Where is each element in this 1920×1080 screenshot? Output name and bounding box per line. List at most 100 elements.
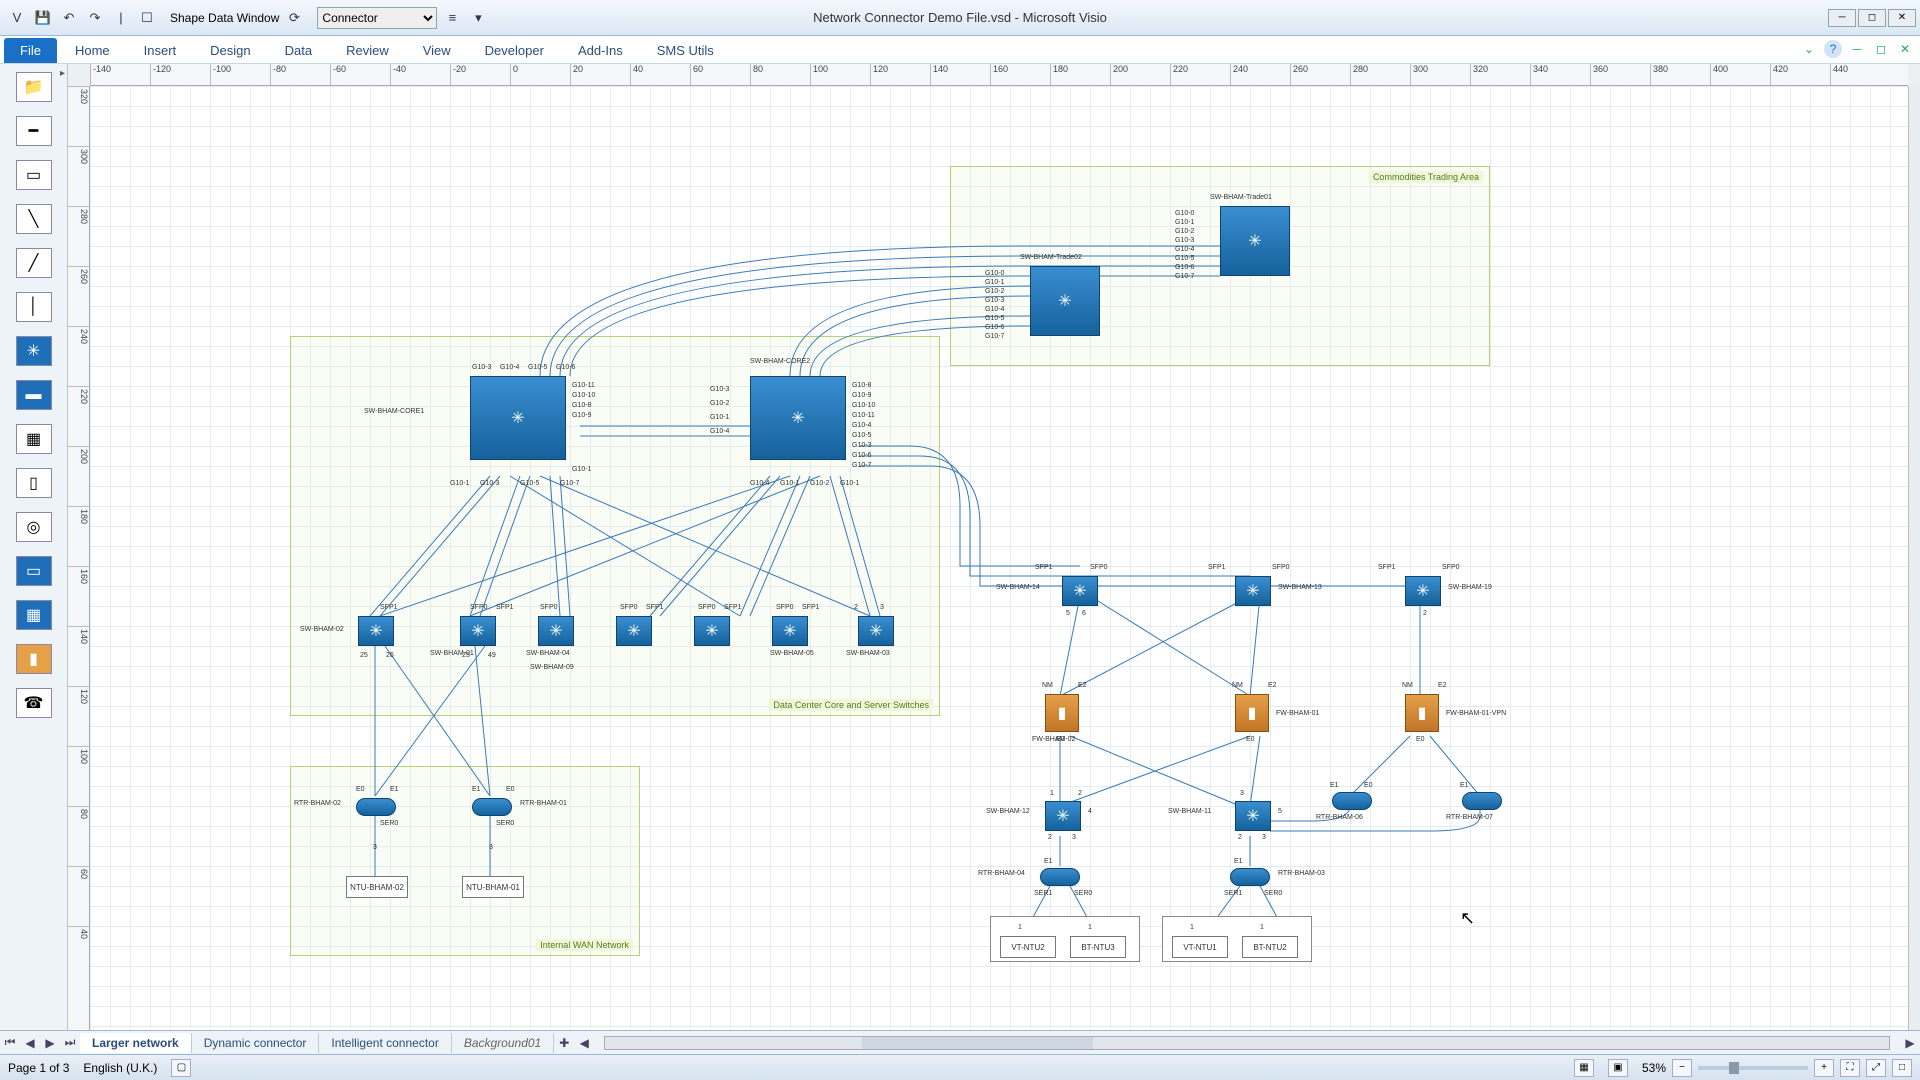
pagetab-dynamic[interactable]: Dynamic connector [192, 1033, 320, 1053]
hscroll-right[interactable]: ▶ [1900, 1036, 1920, 1050]
align-icon[interactable]: ≡ [441, 7, 463, 29]
device-vtntu2[interactable]: VT-NTU2 [1000, 936, 1056, 958]
maximize-button[interactable]: ◻ [1858, 9, 1886, 27]
tab-design[interactable]: Design [194, 38, 266, 63]
device-sw12[interactable]: ✳ [1045, 801, 1081, 831]
device-vtntu1[interactable]: VT-NTU1 [1172, 936, 1228, 958]
page-prev-button[interactable]: ◀ [20, 1036, 40, 1050]
undo-icon[interactable]: ↶ [58, 7, 80, 29]
tab-smsutils[interactable]: SMS Utils [641, 38, 730, 63]
pagetab-larger[interactable]: Larger network [80, 1033, 192, 1053]
ribbon-collapse-icon[interactable]: ⌄ [1800, 40, 1818, 58]
stencil-module-icon[interactable]: ▭ [16, 556, 52, 586]
pagetab-intelligent[interactable]: Intelligent connector [319, 1033, 451, 1053]
minimize-button[interactable]: ─ [1828, 9, 1856, 27]
hscroll-left[interactable]: ◀ [574, 1036, 594, 1050]
device-trade02[interactable]: ✳ [1030, 266, 1100, 336]
doc-restore-icon[interactable]: ◻ [1872, 40, 1890, 58]
view-full-icon[interactable]: ▣ [1608, 1059, 1628, 1077]
device-sw14[interactable]: ✳ [1062, 576, 1098, 606]
device-sw09[interactable]: ✳ [616, 616, 652, 646]
tab-review[interactable]: Review [330, 38, 405, 63]
tab-developer[interactable]: Developer [469, 38, 560, 63]
zoom-slider[interactable] [1698, 1066, 1808, 1070]
pagetab-background[interactable]: Background01 [452, 1033, 554, 1053]
device-sw05b[interactable]: ✳ [772, 616, 808, 646]
stencil-connector-icon[interactable]: ━ [16, 116, 52, 146]
device-rtr07[interactable] [1462, 792, 1502, 810]
device-sw03[interactable]: ✳ [858, 616, 894, 646]
stencil-firewall-icon[interactable]: ▮ [16, 644, 52, 674]
device-rtr01[interactable] [472, 798, 512, 816]
doc-close-icon[interactable]: ✕ [1896, 40, 1914, 58]
device-core1[interactable]: ✳ [470, 376, 566, 460]
device-sw02[interactable]: ✳ [358, 616, 394, 646]
pane-collapse-icon[interactable]: ▸ [60, 68, 65, 79]
device-rtr02[interactable] [356, 798, 396, 816]
drawing-canvas[interactable]: Commodities Trading Area Data Center Cor… [90, 86, 1908, 1030]
zone-wan[interactable]: Internal WAN Network [290, 766, 640, 956]
zoom-in-button[interactable]: + [1814, 1059, 1834, 1077]
device-rtr06[interactable] [1332, 792, 1372, 810]
stencil-rack-icon[interactable]: ▦ [16, 424, 52, 454]
close-button[interactable]: ✕ [1888, 9, 1916, 27]
ruler-vertical: 3203002802602402202001801601401201008060… [68, 86, 90, 1030]
page-add-button[interactable]: ✚ [554, 1036, 574, 1050]
stencil-line1-icon[interactable]: ╲ [16, 204, 52, 234]
stencil-disk-icon[interactable]: ◎ [16, 512, 52, 542]
tab-data[interactable]: Data [269, 38, 328, 63]
redo-icon[interactable]: ↷ [84, 7, 106, 29]
device-ntu01[interactable]: NTU-BHAM-01 [462, 876, 524, 898]
pan-zoom-icon[interactable]: □ [1892, 1059, 1912, 1077]
device-btntu3[interactable]: BT-NTU3 [1070, 936, 1126, 958]
device-btntu2[interactable]: BT-NTU2 [1242, 936, 1298, 958]
horizontal-scrollbar[interactable] [604, 1036, 1890, 1050]
tab-addins[interactable]: Add-Ins [562, 38, 639, 63]
tab-file[interactable]: File [4, 38, 57, 63]
view-normal-icon[interactable]: ▦ [1574, 1059, 1594, 1077]
port: G10-4 [750, 480, 769, 487]
device-fw02[interactable]: ▮ [1045, 694, 1079, 732]
page-next-button[interactable]: ▶ [40, 1036, 60, 1050]
stencil-line3-icon[interactable]: │ [16, 292, 52, 322]
checkbox-icon[interactable]: ☐ [136, 7, 158, 29]
tab-view[interactable]: View [407, 38, 467, 63]
stencil-switch-icon[interactable]: ✳ [16, 336, 52, 366]
device-fw01[interactable]: ▮ [1235, 694, 1269, 732]
device-sw11[interactable]: ✳ [1235, 801, 1271, 831]
device-trade01[interactable]: ✳ [1220, 206, 1290, 276]
device-ntu02[interactable]: NTU-BHAM-02 [346, 876, 408, 898]
tab-home[interactable]: Home [59, 38, 126, 63]
stencil-server-icon[interactable]: ▯ [16, 468, 52, 498]
device-sw01[interactable]: ✳ [460, 616, 496, 646]
device-sw05[interactable]: ✳ [694, 616, 730, 646]
page-first-button[interactable]: ⏮ [0, 1035, 20, 1050]
stencil-open-icon[interactable]: 📁 [16, 72, 52, 102]
vertical-scrollbar[interactable] [1908, 86, 1920, 1030]
device-rtr03[interactable] [1230, 868, 1270, 886]
macro-record-icon[interactable]: ▢ [171, 1059, 191, 1077]
device-core2[interactable]: ✳ [750, 376, 846, 460]
device-sw13[interactable]: ✳ [1235, 576, 1271, 606]
qat-dropdown-icon[interactable]: ▾ [467, 7, 489, 29]
zoom-out-button[interactable]: − [1672, 1059, 1692, 1077]
tab-insert[interactable]: Insert [128, 38, 193, 63]
device-fwvpn[interactable]: ▮ [1405, 694, 1439, 732]
stencil-rect-icon[interactable]: ▭ [16, 160, 52, 190]
save-icon[interactable]: 💾 [32, 7, 54, 29]
page-last-button[interactable]: ⏭ [60, 1035, 80, 1050]
connector-select[interactable]: Connector [317, 7, 437, 29]
device-sw19[interactable]: ✳ [1405, 576, 1441, 606]
device-sw04[interactable]: ✳ [538, 616, 574, 646]
port: G10-8 [572, 402, 591, 409]
fit-page-icon[interactable]: ⛶ [1840, 1059, 1860, 1077]
stencil-switch2-icon[interactable]: ▬ [16, 380, 52, 410]
refresh-icon[interactable]: ⟳ [283, 7, 305, 29]
device-rtr04[interactable] [1040, 868, 1080, 886]
doc-minimize-icon[interactable]: ─ [1848, 40, 1866, 58]
stencil-chassis-icon[interactable]: ▦ [16, 600, 52, 630]
help-icon[interactable]: ? [1824, 40, 1842, 58]
stencil-phone-icon[interactable]: ☎ [16, 688, 52, 718]
fit-width-icon[interactable]: ⤢ [1866, 1059, 1886, 1077]
stencil-line2-icon[interactable]: ╱ [16, 248, 52, 278]
